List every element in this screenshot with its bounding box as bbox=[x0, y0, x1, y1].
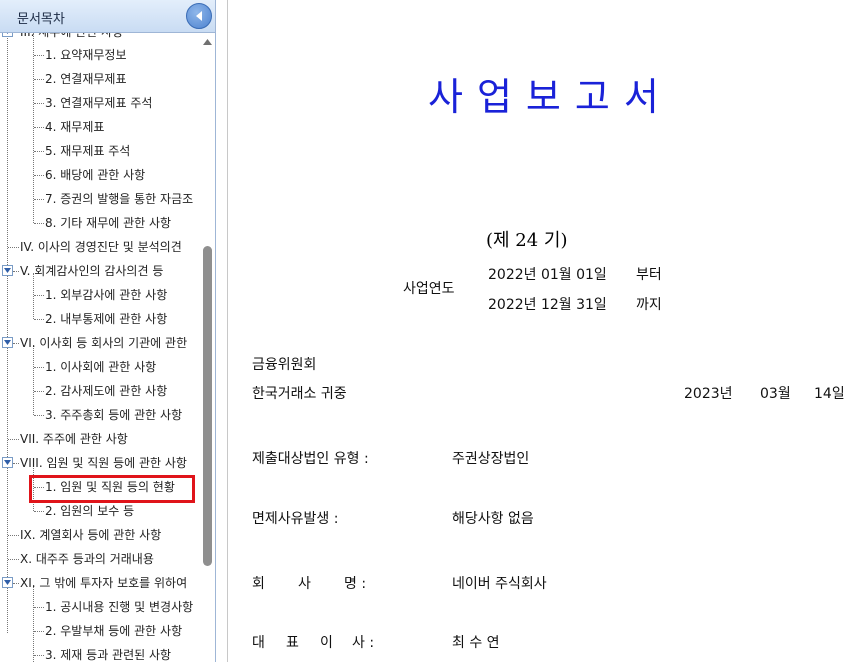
collapse-sidebar-button[interactable] bbox=[186, 3, 212, 29]
toc-item-section-11[interactable]: XI. 그 밖에 투자자 보호를 위하여 bbox=[0, 572, 200, 594]
toc-item[interactable]: 2. 임원의 보수 등 bbox=[0, 500, 200, 522]
toc-item-label: 3. 연결재무제표 주석 bbox=[45, 96, 153, 110]
toc-item-section-9[interactable]: IX. 계열회사 등에 관한 사항 bbox=[0, 524, 200, 546]
toc-item[interactable]: 2. 내부통제에 관한 사항 bbox=[0, 308, 200, 330]
toc-sidebar: 문서목차 III. 재무에 관한 사항 1. 요약재무정보 bbox=[0, 0, 216, 662]
fiscal-to-word: 까지 bbox=[636, 297, 662, 313]
selection-highlight-box bbox=[29, 475, 195, 503]
toc-item-label: 1. 공시내용 진행 및 변경사항 bbox=[45, 600, 194, 614]
toc-item-label: 8. 기타 재무에 관한 사항 bbox=[45, 216, 172, 230]
exemption-value: 해당사항 없음 bbox=[452, 511, 534, 527]
toc-item[interactable]: 1. 이사회에 관한 사항 bbox=[0, 356, 200, 378]
toc-scrollbar[interactable] bbox=[200, 33, 215, 662]
toc-title: 문서목차 bbox=[17, 12, 65, 27]
toc-item-label: 4. 재무제표 bbox=[45, 120, 105, 134]
toc-item-label: 3. 주주총회 등에 관한 사항 bbox=[45, 408, 183, 422]
fiscal-to-date: 2022년 12월 31일 bbox=[488, 297, 607, 313]
ceo-label-1: 대 bbox=[252, 635, 265, 651]
ceo-label-2: 표 bbox=[286, 635, 299, 651]
corp-type-value: 주권상장법인 bbox=[452, 451, 530, 467]
toc-item-label: 1. 외부감사에 관한 사항 bbox=[45, 288, 168, 302]
recipient-krx: 한국거래소 귀중 bbox=[252, 386, 347, 402]
toc-item-section-3[interactable]: III. 재무에 관한 사항 bbox=[0, 33, 200, 43]
toc-item[interactable]: 1. 요약재무정보 bbox=[0, 44, 200, 66]
toc-header: 문서목차 bbox=[0, 0, 215, 33]
fiscal-period: (제 24 기) bbox=[486, 230, 568, 251]
toc-item-section-7[interactable]: VII. 주주에 관한 사항 bbox=[0, 428, 200, 450]
submission-year: 2023년 bbox=[684, 386, 733, 402]
toc-tree: III. 재무에 관한 사항 1. 요약재무정보 2. 연결재무제표 3. 연결… bbox=[0, 33, 200, 662]
toc-item-label: 2. 연결재무제표 bbox=[45, 72, 127, 86]
collapse-toggle-icon[interactable] bbox=[2, 577, 13, 588]
toc-item[interactable]: 2. 연결재무제표 bbox=[0, 68, 200, 90]
document-viewer: 사업보고서 (제 24 기) 사업연도 2022년 01월 01일 부터 202… bbox=[227, 0, 868, 662]
toc-item-label: 7. 증권의 발행을 통한 자금조 bbox=[45, 192, 194, 206]
toc-item-label: 2. 임원의 보수 등 bbox=[45, 504, 135, 518]
toc-item[interactable]: 4. 재무제표 bbox=[0, 116, 200, 138]
toc-item-label: 2. 감사제도에 관한 사항 bbox=[45, 384, 168, 398]
chevron-left-icon bbox=[196, 11, 202, 21]
ceo-label-4: 사 : bbox=[352, 635, 375, 651]
recipient-fsc: 금융위원회 bbox=[252, 357, 317, 373]
fiscal-year-label: 사업연도 bbox=[403, 281, 455, 297]
collapse-toggle-icon[interactable] bbox=[2, 337, 13, 348]
collapse-toggle-icon[interactable] bbox=[2, 265, 13, 276]
submission-day: 14일 bbox=[814, 386, 845, 402]
exemption-label: 면제사유발생 : bbox=[252, 511, 339, 527]
submission-month: 03월 bbox=[760, 386, 791, 402]
toc-item-section-5[interactable]: V. 회계감사인의 감사의견 등 bbox=[0, 260, 200, 282]
toc-item-label: VI. 이사회 등 회사의 기관에 관한 bbox=[20, 336, 188, 350]
company-name-label-2: 사 bbox=[298, 576, 311, 592]
toc-item-section-4[interactable]: IV. 이사의 경영진단 및 분석의견 bbox=[0, 236, 200, 258]
toc-item-label: VII. 주주에 관한 사항 bbox=[20, 432, 128, 446]
toc-item-label: X. 대주주 등과의 거래내용 bbox=[20, 552, 154, 566]
toc-item-label: VIII. 임원 및 직원 등에 관한 사항 bbox=[20, 456, 187, 470]
document-title: 사업보고서 bbox=[428, 75, 673, 119]
toc-item[interactable]: 8. 기타 재무에 관한 사항 bbox=[0, 212, 200, 234]
toc-item[interactable]: 1. 외부감사에 관한 사항 bbox=[0, 284, 200, 306]
corp-type-label: 제출대상법인 유형 : bbox=[252, 451, 369, 467]
fiscal-from-word: 부터 bbox=[636, 267, 662, 283]
toc-item-section-8[interactable]: VIII. 임원 및 직원 등에 관한 사항 bbox=[0, 452, 200, 474]
toc-item-label: 2. 내부통제에 관한 사항 bbox=[45, 312, 168, 326]
toc-item[interactable]: 7. 증권의 발행을 통한 자금조 bbox=[0, 188, 200, 210]
toc-item[interactable]: 1. 공시내용 진행 및 변경사항 bbox=[0, 596, 200, 618]
toc-item-label: IX. 계열회사 등에 관한 사항 bbox=[20, 528, 162, 542]
toc-item[interactable]: 3. 연결재무제표 주석 bbox=[0, 92, 200, 114]
toc-item-label: IV. 이사의 경영진단 및 분석의견 bbox=[20, 240, 182, 254]
toc-item-label: 5. 재무제표 주석 bbox=[45, 144, 131, 158]
company-name-label-1: 회 bbox=[252, 576, 265, 592]
toc-item[interactable]: 3. 제재 등과 관련된 사항 bbox=[0, 644, 200, 662]
toc-item[interactable]: 3. 주주총회 등에 관한 사항 bbox=[0, 404, 200, 426]
collapse-toggle-icon[interactable] bbox=[2, 457, 13, 468]
toc-item-label: 6. 배당에 관한 사항 bbox=[45, 168, 146, 182]
toc-item-label: 3. 제재 등과 관련된 사항 bbox=[45, 648, 172, 662]
ceo-name-value: 최 수 연 bbox=[452, 635, 500, 651]
collapse-toggle-icon[interactable] bbox=[2, 33, 13, 37]
ceo-label-3: 이 bbox=[320, 635, 333, 651]
toc-item-label: XI. 그 밖에 투자자 보호를 위하여 bbox=[20, 576, 188, 590]
toc-item-label: V. 회계감사인의 감사의견 등 bbox=[20, 264, 164, 278]
toc-item[interactable]: 2. 우발부채 등에 관한 사항 bbox=[0, 620, 200, 642]
toc-item-section-10[interactable]: X. 대주주 등과의 거래내용 bbox=[0, 548, 200, 570]
toc-item[interactable]: 6. 배당에 관한 사항 bbox=[0, 164, 200, 186]
toc-item-label: 1. 이사회에 관한 사항 bbox=[45, 360, 157, 374]
toc-item-section-6[interactable]: VI. 이사회 등 회사의 기관에 관한 bbox=[0, 332, 200, 354]
toc-item-label: III. 재무에 관한 사항 bbox=[20, 33, 123, 43]
toc-item[interactable]: 5. 재무제표 주석 bbox=[0, 140, 200, 162]
scroll-up-arrow-icon[interactable] bbox=[203, 39, 212, 45]
scroll-thumb[interactable] bbox=[203, 246, 212, 566]
company-name-value: 네이버 주식회사 bbox=[452, 576, 547, 592]
toc-item-label: 1. 요약재무정보 bbox=[45, 48, 127, 62]
toc-item-label: 2. 우발부채 등에 관한 사항 bbox=[45, 624, 183, 638]
fiscal-from-date: 2022년 01월 01일 bbox=[488, 267, 607, 283]
toc-item[interactable]: 2. 감사제도에 관한 사항 bbox=[0, 380, 200, 402]
company-name-label-3: 명 : bbox=[344, 576, 367, 592]
